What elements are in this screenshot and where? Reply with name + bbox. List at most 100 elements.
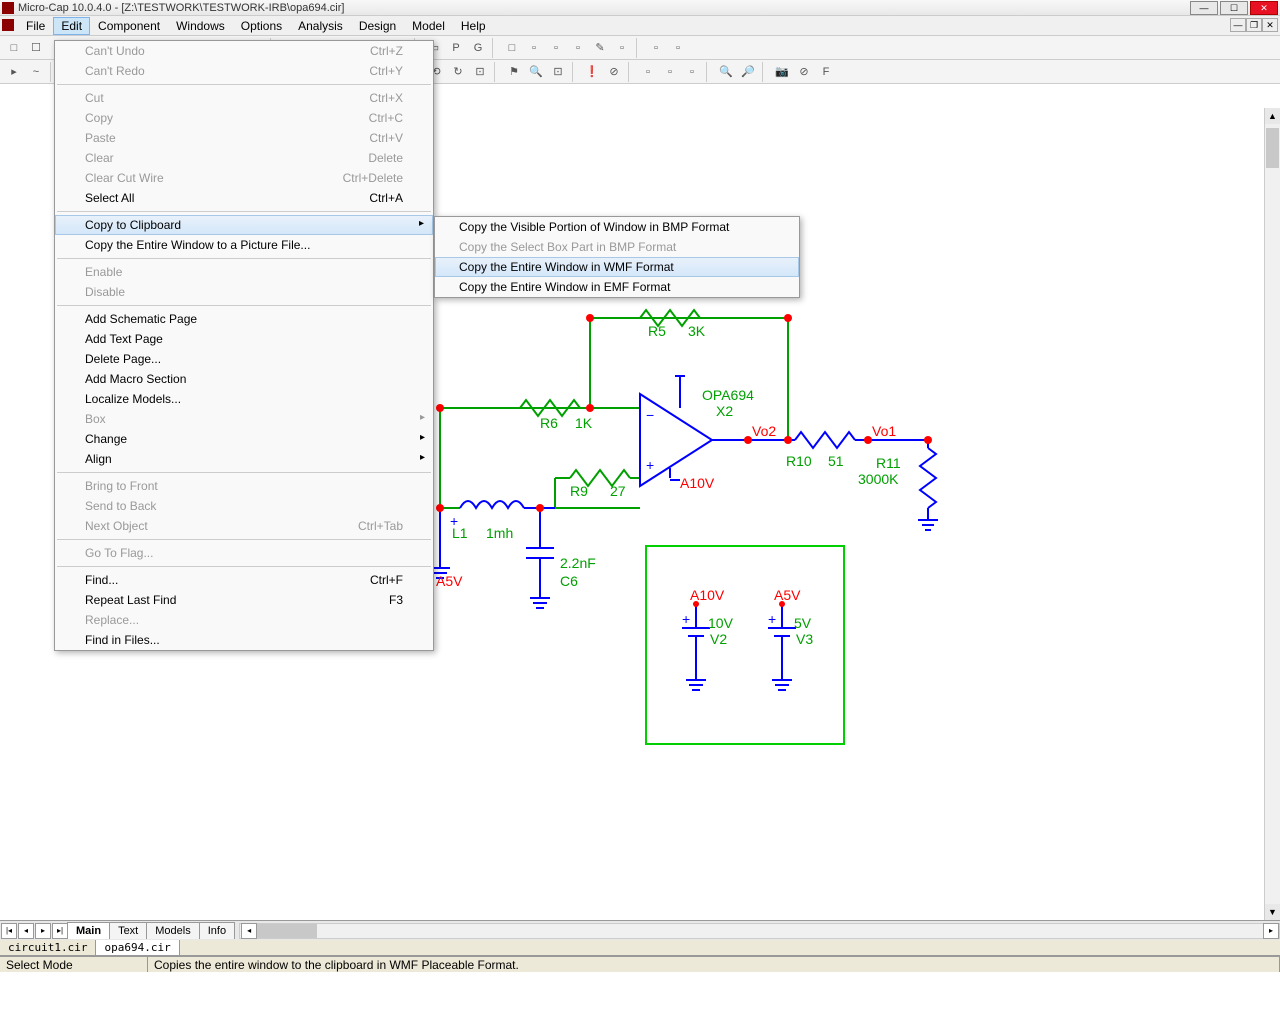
menuitem-add-macro-section[interactable]: Add Macro Section [55,369,433,389]
menuitem-align[interactable]: Align [55,449,433,469]
menuitem-send-to-back: Send to Back [55,496,433,516]
svg-text:−: − [646,407,654,423]
toolbar-button[interactable]: □ [502,38,522,58]
toolbar-button[interactable]: ↻ [448,62,468,82]
maximize-button[interactable]: ☐ [1220,1,1248,15]
svg-text:L1: L1 [452,525,468,541]
sheet-tab-info[interactable]: Info [199,922,235,939]
mdi-close-button[interactable]: ✕ [1262,18,1278,32]
toolbar-button[interactable]: F [816,62,836,82]
toolbar-button[interactable]: ✎ [590,38,610,58]
menuitem-delete-page[interactable]: Delete Page... [55,349,433,369]
toolbar-button[interactable]: ▫ [646,38,666,58]
menuitem-copy-the-entire-window-to-a-picture-file[interactable]: Copy the Entire Window to a Picture File… [55,235,433,255]
scroll-thumb[interactable] [1266,128,1279,168]
toolbar-button[interactable]: ▫ [660,62,680,82]
sheet-tab-main[interactable]: Main [67,922,110,939]
toolbar-button[interactable]: ▫ [668,38,688,58]
svg-text:1K: 1K [575,415,593,431]
scroll-down-button[interactable]: ▼ [1265,904,1280,920]
toolbar-button[interactable]: ~ [26,62,46,82]
menu-options[interactable]: Options [233,17,290,35]
hscroll-thumb[interactable] [257,924,317,938]
tab-nav-last[interactable]: ▸| [52,923,68,939]
menuitem-find[interactable]: Find...Ctrl+F [55,570,433,590]
tab-nav-first[interactable]: |◂ [1,923,17,939]
scroll-up-button[interactable]: ▲ [1265,108,1280,124]
svg-text:2.2nF: 2.2nF [560,555,596,571]
menu-model[interactable]: Model [404,17,453,35]
toolbar-button[interactable]: 🔍 [526,62,546,82]
file-tab[interactable]: circuit1.cir [0,940,96,955]
horizontal-scrollbar[interactable]: ◂ ▸ [239,923,1280,939]
menuitem-enable: Enable [55,262,433,282]
submenuitem-copy-the-entire-window-in-emf-format[interactable]: Copy the Entire Window in EMF Format [435,277,799,297]
submenuitem-copy-the-entire-window-in-wmf-format[interactable]: Copy the Entire Window in WMF Format [435,257,799,277]
close-button[interactable]: ✕ [1250,1,1278,15]
minimize-button[interactable]: — [1190,1,1218,15]
statusbar: Select Mode Copies the entire window to … [0,956,1280,972]
toolbar-button[interactable]: ❗ [582,62,602,82]
tab-nav-prev[interactable]: ◂ [18,923,34,939]
toolbar-button[interactable]: ▸ [4,62,24,82]
toolbar-button[interactable]: ▫ [612,38,632,58]
toolbar-button[interactable]: ▫ [524,38,544,58]
window-title: Micro-Cap 10.0.4.0 - [Z:\TESTWORK\TESTWO… [18,2,1190,14]
menubar: File Edit Component Windows Options Anal… [0,16,1280,36]
toolbar-button[interactable]: ⊘ [604,62,624,82]
toolbar-button[interactable]: □ [4,38,24,58]
toolbar-button[interactable]: 🔍 [716,62,736,82]
toolbar-button[interactable]: 📷 [772,62,792,82]
toolbar-button[interactable]: ⊡ [548,62,568,82]
menuitem-change[interactable]: Change [55,429,433,449]
svg-text:+: + [768,611,776,627]
sheet-tab-text[interactable]: Text [109,922,147,939]
toolbar-button[interactable]: P [446,38,466,58]
menu-help[interactable]: Help [453,17,494,35]
svg-text:A5V: A5V [774,587,801,603]
menuitem-add-text-page[interactable]: Add Text Page [55,329,433,349]
menuitem-can-t-redo: Can't RedoCtrl+Y [55,61,433,81]
toolbar-button[interactable]: ▫ [546,38,566,58]
svg-text:A10V: A10V [690,587,725,603]
menuitem-copy-to-clipboard[interactable]: Copy to Clipboard [55,215,433,235]
menu-design[interactable]: Design [351,17,404,35]
toolbar-button[interactable]: ☐ [26,38,46,58]
menuitem-box: Box [55,409,433,429]
menuitem-cut: CutCtrl+X [55,88,433,108]
toolbar-button[interactable]: ⚑ [504,62,524,82]
file-tab[interactable]: opa694.cir [96,940,179,955]
hscroll-right-button[interactable]: ▸ [1263,923,1279,939]
tab-nav-next[interactable]: ▸ [35,923,51,939]
menuitem-localize-models[interactable]: Localize Models... [55,389,433,409]
toolbar-button[interactable]: ⊡ [470,62,490,82]
hscroll-left-button[interactable]: ◂ [241,923,257,939]
menuitem-next-object: Next ObjectCtrl+Tab [55,516,433,536]
menuitem-add-schematic-page[interactable]: Add Schematic Page [55,309,433,329]
svg-text:OPA694: OPA694 [702,387,754,403]
toolbar-button[interactable]: G [468,38,488,58]
sheet-tab-models[interactable]: Models [146,922,199,939]
menu-file[interactable]: File [18,17,53,35]
menuitem-select-all[interactable]: Select AllCtrl+A [55,188,433,208]
menu-analysis[interactable]: Analysis [290,17,351,35]
copy-clipboard-submenu: Copy the Visible Portion of Window in BM… [434,216,800,298]
svg-text:V2: V2 [710,631,727,647]
toolbar-button[interactable]: ▫ [682,62,702,82]
status-mode: Select Mode [0,957,148,972]
mdi-restore-button[interactable]: ❐ [1246,18,1262,32]
svg-text:Vo1: Vo1 [872,423,896,439]
menuitem-find-in-files[interactable]: Find in Files... [55,630,433,650]
menu-edit[interactable]: Edit [53,17,90,35]
toolbar-button[interactable]: ▫ [568,38,588,58]
vertical-scrollbar[interactable]: ▲ ▼ [1264,108,1280,920]
svg-text:27: 27 [610,483,626,499]
submenuitem-copy-the-visible-portion-of-window-in-bmp-format[interactable]: Copy the Visible Portion of Window in BM… [435,217,799,237]
mdi-minimize-button[interactable]: — [1230,18,1246,32]
menuitem-repeat-last-find[interactable]: Repeat Last FindF3 [55,590,433,610]
menu-component[interactable]: Component [90,17,168,35]
toolbar-button[interactable]: ▫ [638,62,658,82]
menu-windows[interactable]: Windows [168,17,233,35]
toolbar-button[interactable]: ⊘ [794,62,814,82]
toolbar-button[interactable]: 🔎 [738,62,758,82]
